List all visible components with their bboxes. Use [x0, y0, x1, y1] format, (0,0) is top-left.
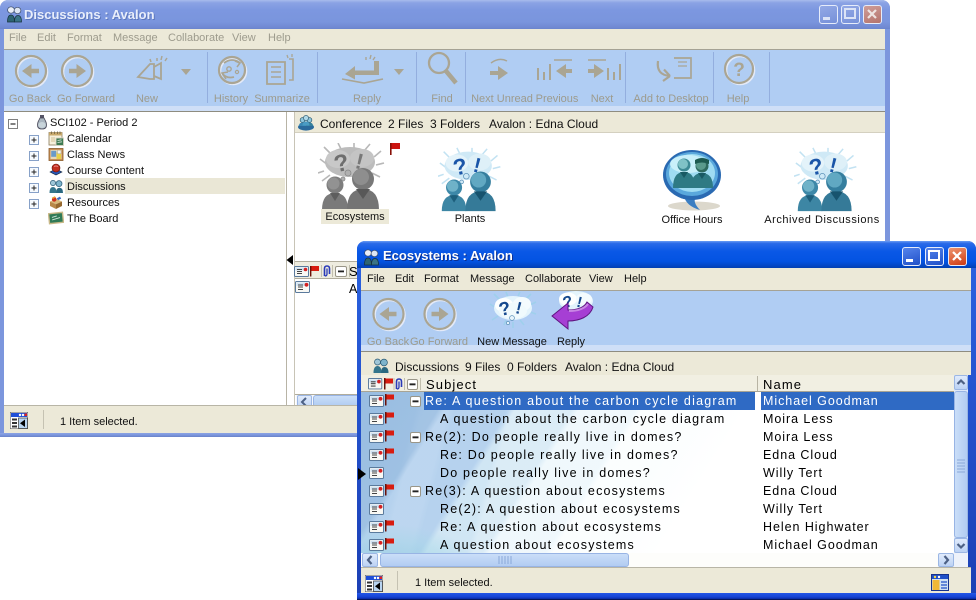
svg-text:?: ?	[733, 60, 745, 81]
